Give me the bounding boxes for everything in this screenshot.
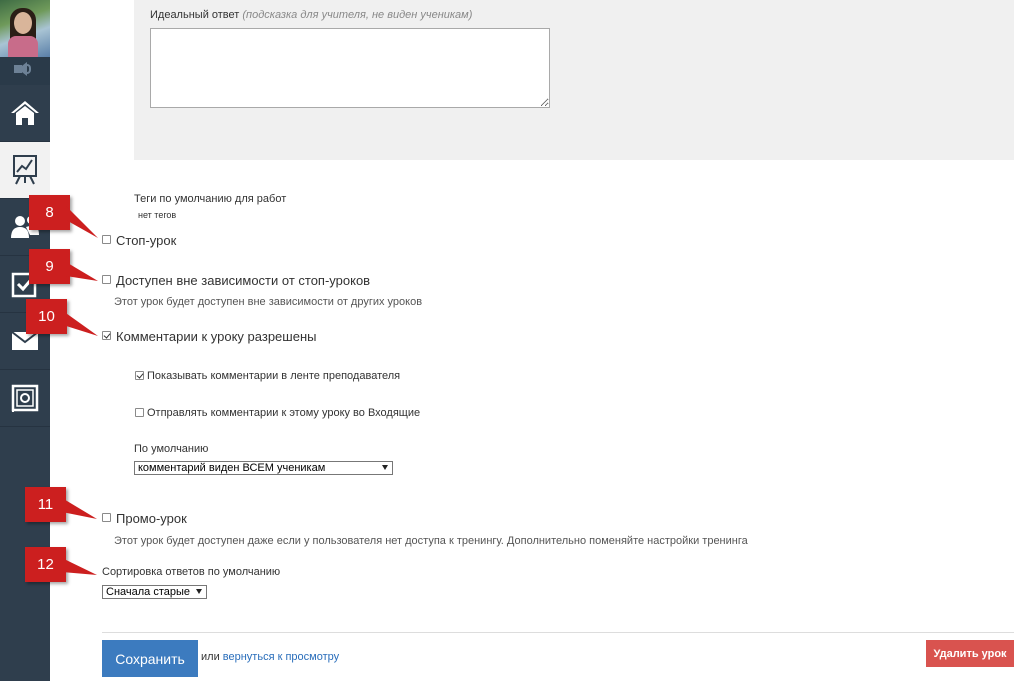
save-button[interactable]: Сохранить bbox=[102, 640, 198, 677]
callout-10-arrow bbox=[63, 311, 98, 336]
default-visibility-select[interactable]: комментарий виден ВСЕМ ученикам bbox=[134, 461, 393, 475]
callout-11: 11 bbox=[25, 487, 66, 522]
callout-8: 8 bbox=[29, 195, 70, 230]
home-icon[interactable] bbox=[0, 85, 50, 142]
ideal-answer-label: Идеальный ответ (подсказка для учителя, … bbox=[150, 9, 473, 21]
callout-11-arrow bbox=[62, 498, 97, 519]
chevron-down-icon bbox=[196, 589, 202, 594]
comments-allowed-checkbox[interactable] bbox=[102, 331, 111, 340]
volume-icon[interactable] bbox=[0, 57, 50, 85]
promo-lesson-label: Промо-урок bbox=[116, 511, 187, 526]
show-in-teacher-feed-label: Показывать комментарии в ленте преподава… bbox=[147, 370, 401, 382]
callout-12-arrow bbox=[62, 558, 97, 575]
stop-lesson-checkbox[interactable] bbox=[102, 235, 111, 244]
callout-9-arrow bbox=[66, 262, 98, 281]
default-visibility-value: комментарий виден ВСЕМ ученикам bbox=[138, 462, 326, 474]
callout-8-arrow bbox=[66, 206, 98, 238]
default-visibility-label: По умолчанию bbox=[134, 443, 209, 455]
safe-icon[interactable] bbox=[0, 370, 50, 427]
ideal-answer-panel: Идеальный ответ (подсказка для учителя, … bbox=[134, 0, 1014, 160]
show-in-teacher-feed-checkbox[interactable] bbox=[135, 371, 144, 380]
chart-board-icon[interactable] bbox=[0, 142, 50, 199]
or-text: или bbox=[201, 651, 220, 663]
sort-select[interactable]: Сначала старые bbox=[102, 585, 207, 599]
available-regardless-description: Этот урок будет доступен вне зависимости… bbox=[114, 296, 423, 308]
available-regardless-label: Доступен вне зависимости от стоп-уроков bbox=[116, 273, 371, 288]
chevron-down-icon bbox=[382, 465, 388, 470]
tags-value: нет тегов bbox=[138, 210, 177, 220]
callout-9: 9 bbox=[29, 249, 70, 284]
callout-10: 10 bbox=[26, 299, 67, 334]
send-to-inbox-label: Отправлять комментарии к этому уроку во … bbox=[147, 407, 421, 419]
promo-lesson-checkbox[interactable] bbox=[102, 513, 111, 522]
available-regardless-checkbox[interactable] bbox=[102, 275, 111, 284]
avatar[interactable] bbox=[0, 0, 50, 57]
stop-lesson-label: Стоп-урок bbox=[116, 233, 177, 248]
footer-links: или вернуться к просмотру bbox=[201, 651, 339, 663]
ideal-answer-hint: (подсказка для учителя, не виден ученика… bbox=[242, 9, 473, 21]
ideal-answer-textarea[interactable] bbox=[150, 28, 550, 108]
sort-label: Сортировка ответов по умолчанию bbox=[102, 566, 281, 578]
promo-lesson-description: Этот урок будет доступен даже если у пол… bbox=[114, 535, 748, 547]
comments-allowed-label: Комментарии к уроку разрешены bbox=[116, 329, 317, 344]
send-to-inbox-checkbox[interactable] bbox=[135, 408, 144, 417]
tags-label: Теги по умолчанию для работ bbox=[134, 193, 287, 205]
callout-12: 12 bbox=[25, 547, 66, 582]
delete-lesson-button[interactable]: Удалить урок bbox=[926, 640, 1014, 667]
back-to-view-link[interactable]: вернуться к просмотру bbox=[223, 651, 339, 663]
footer-divider bbox=[102, 632, 1014, 633]
sort-value: Сначала старые bbox=[106, 586, 191, 598]
